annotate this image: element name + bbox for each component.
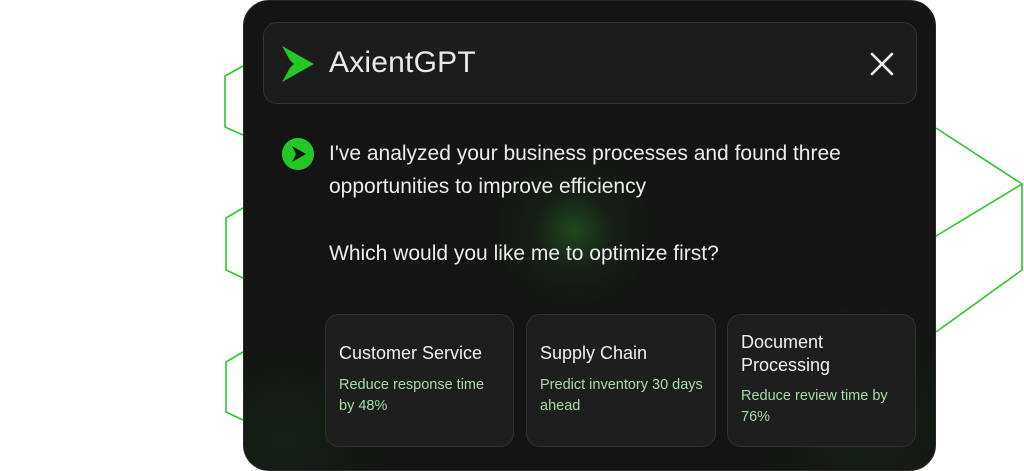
play-arrow-logo-icon: [282, 46, 314, 82]
option-description: Predict inventory 30 days ahead: [540, 377, 703, 414]
option-card-document-processing[interactable]: Document Processing Reduce review time b…: [727, 314, 916, 447]
option-description: Reduce response time by 48%: [339, 377, 485, 414]
assistant-header: AxientGPT: [263, 22, 917, 104]
option-title: Supply Chain: [540, 343, 648, 363]
bot-avatar-icon: [282, 138, 314, 170]
message-question: Which would you like me to optimize firs…: [329, 242, 719, 265]
option-title: Customer Service: [339, 343, 483, 363]
assistant-message: I've analyzed your business processes an…: [329, 137, 889, 270]
stage: AxientGPT I've analyzed your business pr…: [0, 0, 1024, 471]
close-icon[interactable]: [866, 48, 898, 80]
option-title: Document Processing: [741, 332, 831, 375]
message-intro: I've analyzed your business processes an…: [329, 142, 841, 198]
assistant-panel: AxientGPT I've analyzed your business pr…: [243, 0, 936, 471]
option-description: Reduce review time by 76%: [741, 388, 888, 425]
option-card-customer-service[interactable]: Customer Service Reduce response time by…: [325, 314, 514, 447]
option-card-supply-chain[interactable]: Supply Chain Predict inventory 30 days a…: [526, 314, 716, 447]
app-title: AxientGPT: [329, 46, 476, 79]
